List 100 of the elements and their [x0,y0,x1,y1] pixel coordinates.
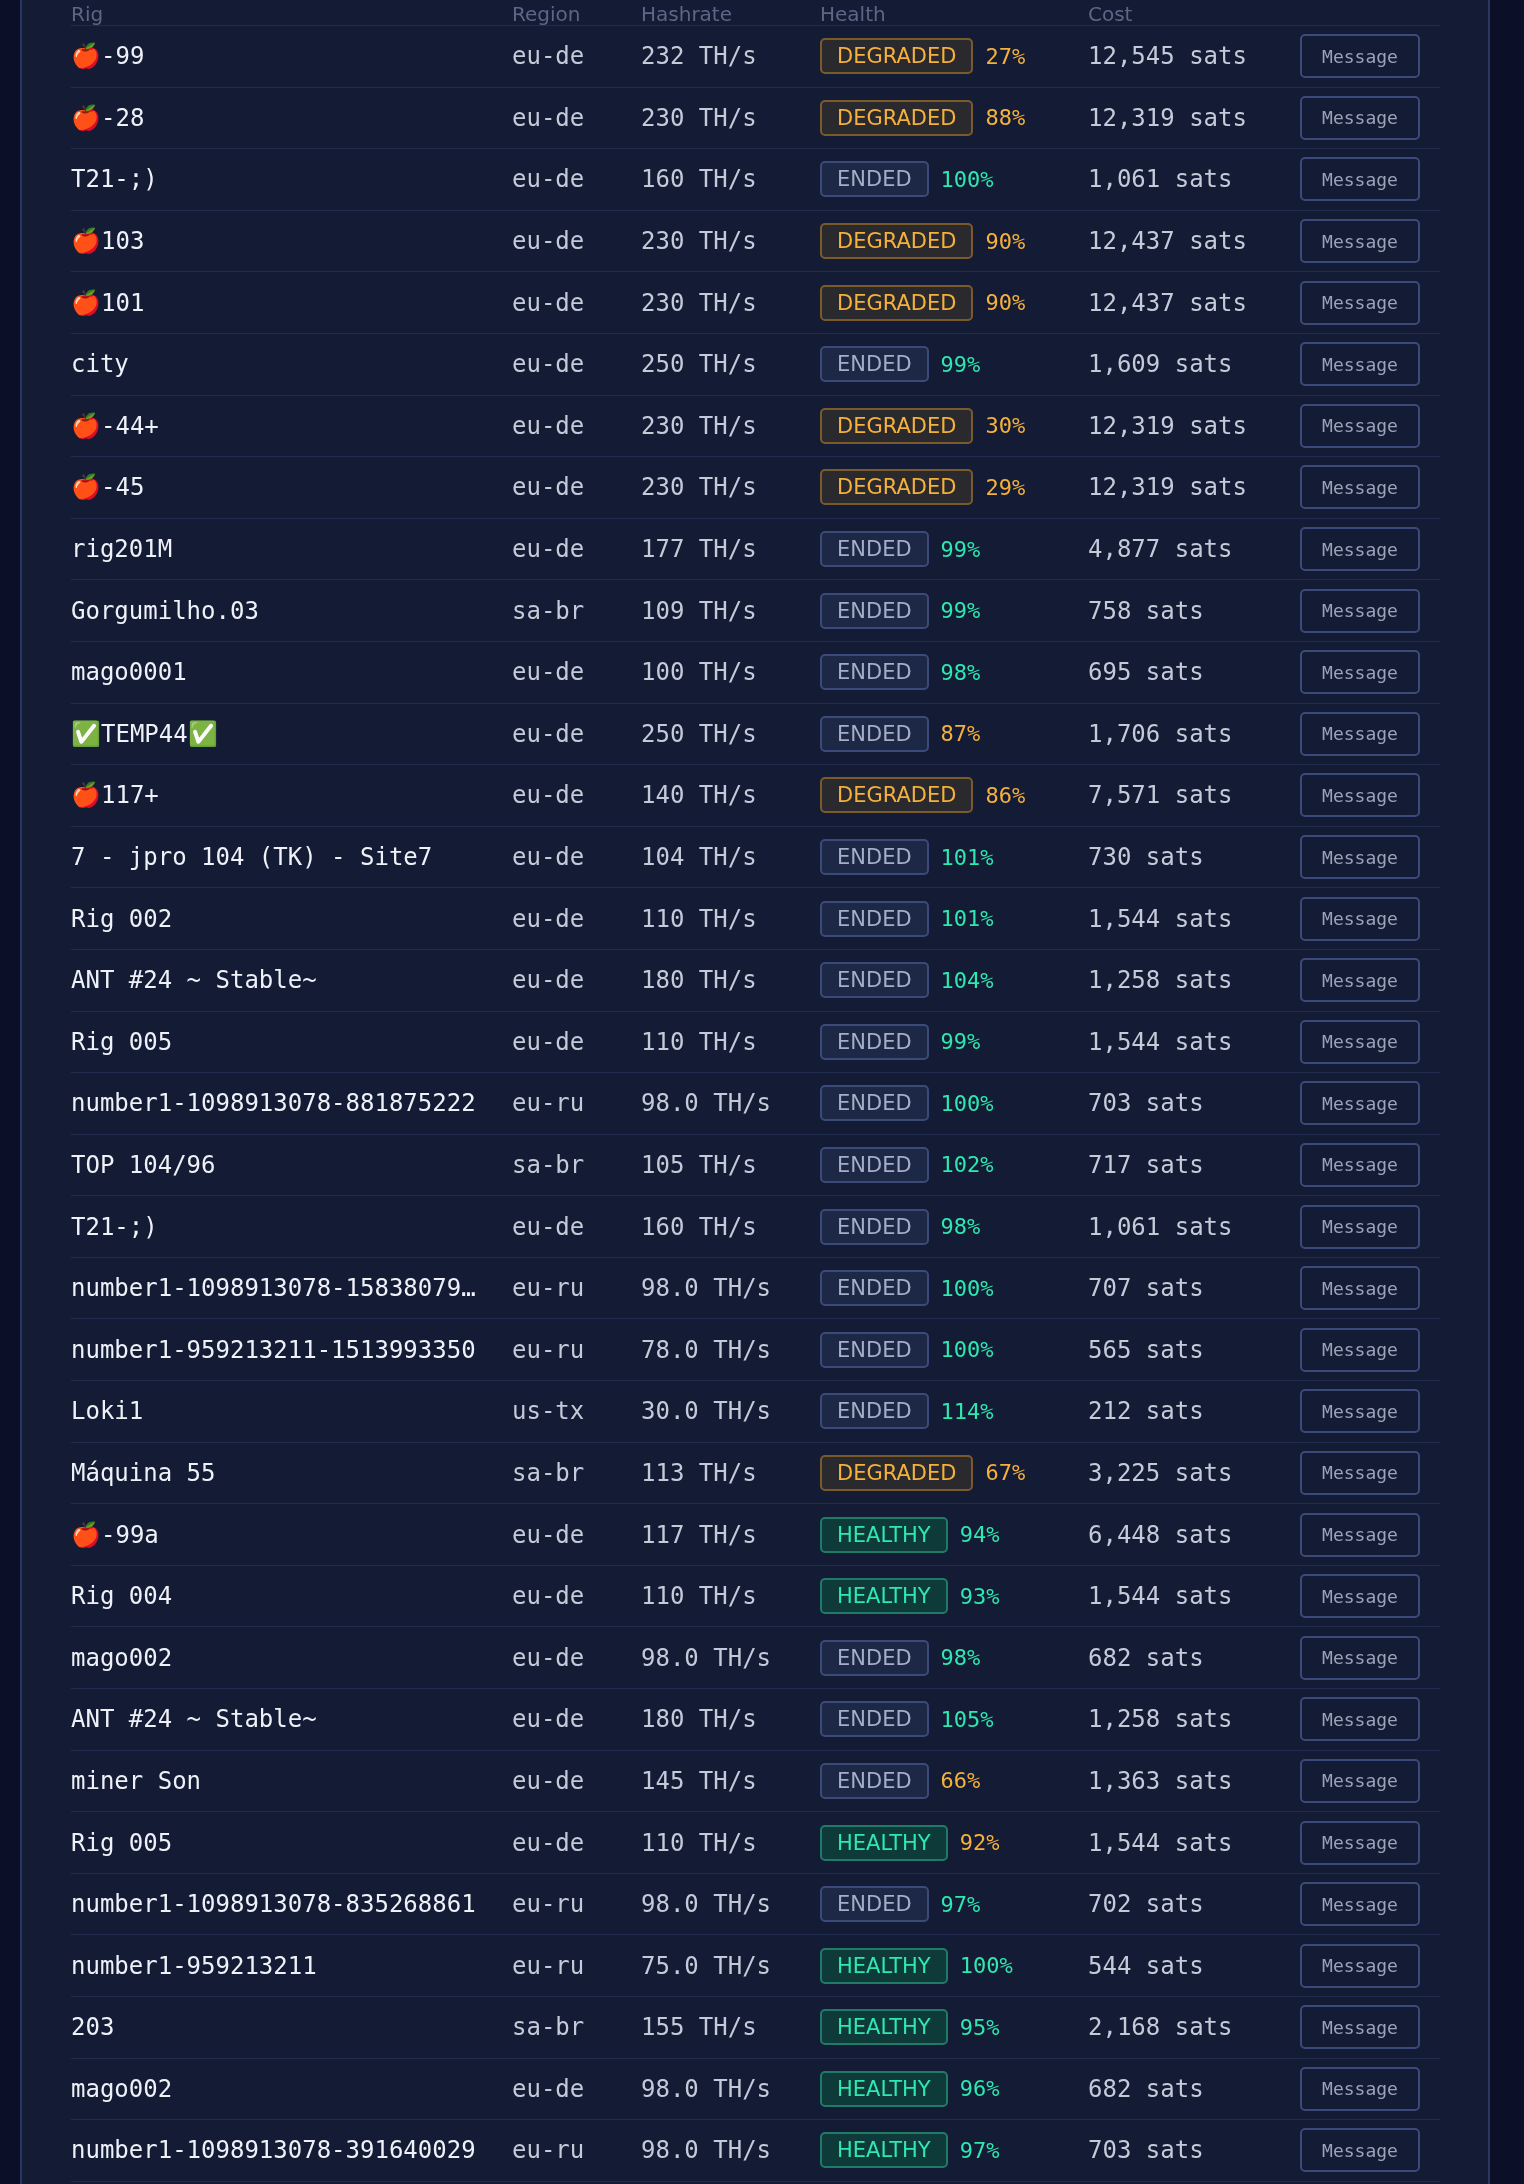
rig-name: 🍎-99 [71,42,146,71]
message-button[interactable]: Message [1300,896,1420,941]
cost-cell-text: 12,437 sats [1088,227,1248,256]
message-button[interactable]: Message [1300,1635,1420,1680]
message-button[interactable]: Message [1300,342,1420,387]
cost-cell-text: 12,437 sats [1088,288,1248,317]
message-button[interactable]: Message [1300,1389,1420,1434]
cost-cell-text: 565 sats [1088,1335,1205,1364]
hashrate-cell-text: 160 TH/s [641,1212,758,1241]
message-button[interactable]: Message [1300,773,1420,818]
message-button[interactable]: Message [1300,1697,1420,1742]
rig-name: 203 [71,2013,116,2042]
hashrate-cell-text: 230 TH/s [641,227,758,256]
status-badge: DEGRADED [820,407,974,444]
message-button[interactable]: Message [1300,465,1420,510]
message-button[interactable]: Message [1300,219,1420,264]
region-cell-text: sa-br [512,1458,586,1487]
cost-cell-text: 730 sats [1088,843,1205,871]
message-button[interactable]: Message [1300,527,1420,572]
rig-name: T21-;) [71,1212,159,1241]
hashrate-cell-text: 230 TH/s [641,411,758,440]
message-button[interactable]: Message [1300,588,1420,633]
message-button[interactable]: Message [1300,95,1420,140]
status-badge: ENDED [820,161,929,198]
hashrate-cell-text: 110 TH/s [641,904,758,933]
rig-name: 🍎-28 [71,103,146,132]
message-button[interactable]: Message [1300,1327,1420,1372]
hashrate-cell-text: 177 TH/s [641,535,758,564]
region-cell-text: eu-ru [512,1335,586,1364]
rig-name: 🍎117+ [71,781,160,810]
region-cell-text: eu-de [512,1828,586,1857]
message-button[interactable]: Message [1300,958,1420,1003]
region-cell-text: sa-br [512,596,586,625]
message-button[interactable]: Message [1300,1882,1420,1927]
message-button[interactable]: Message [1300,1943,1420,1988]
cost-cell-text: 6,448 sats [1088,1520,1234,1549]
message-button[interactable]: Message [1300,650,1420,695]
health-percent: 66% [940,1768,981,1794]
message-button[interactable]: Message [1300,403,1420,448]
rig-name: ANT #24 ~ Stable~ [71,966,318,995]
message-button[interactable]: Message [1300,1266,1420,1311]
message-button[interactable]: Message [1300,1820,1420,1865]
cost-cell-text: 682 sats [1088,2074,1205,2103]
hashrate-cell-text: 109 TH/s [641,596,758,625]
health-percent: 29% [985,474,1026,500]
message-button[interactable]: Message [1300,2066,1420,2111]
cost-cell-text: 717 sats [1088,1151,1205,1179]
cost-cell-text: 12,319 sats [1088,103,1248,132]
rig-name: 7 - jpro 104 (TK) - Site7 [71,843,434,871]
hashrate-cell-text: 98.0 TH/s [641,1274,773,1303]
status-badge: ENDED [820,1701,929,1738]
message-button[interactable]: Message [1300,34,1420,79]
status-badge: DEGRADED [820,223,974,260]
rig-name: Rig 005 [71,1027,174,1056]
status-badge: ENDED [820,1208,929,1245]
message-button[interactable]: Message [1300,1574,1420,1619]
region-cell-text: eu-de [512,1643,586,1672]
message-button[interactable]: Message [1300,2128,1420,2173]
message-button[interactable]: Message [1300,835,1420,879]
region-cell-text: eu-de [512,1520,586,1549]
hashrate-cell-text: 160 TH/s [641,165,758,194]
message-button[interactable]: Message [1300,280,1420,325]
health-percent: 94% [959,1522,1000,1548]
hashrate-cell-text: 230 TH/s [641,103,758,132]
message-button[interactable]: Message [1300,1512,1420,1557]
message-button[interactable]: Message [1300,711,1420,756]
message-button[interactable]: Message [1300,1758,1420,1803]
cost-cell-text: 707 sats [1088,1274,1205,1303]
cost-cell-text: 703 sats [1088,1089,1205,1118]
status-badge: DEGRADED [820,1454,974,1491]
health-percent: 102% [940,1152,994,1178]
message-button[interactable]: Message [1300,1204,1420,1249]
column-header: Cost [1088,3,1134,25]
message-button[interactable]: Message [1300,1019,1420,1064]
rig-name: rig201M [71,535,174,564]
health-percent: 88% [985,105,1026,131]
hashrate-cell-text: 145 TH/s [641,1766,758,1795]
rig-name: number1-1098913078-835268861 [71,1890,477,1919]
region-cell-text: eu-ru [512,2136,586,2165]
cost-cell-text: 1,544 sats [1088,1027,1234,1056]
cost-cell-text: 695 sats [1088,658,1205,687]
region-cell-text: eu-de [512,1212,586,1241]
cost-cell-text: 1,544 sats [1088,1828,1234,1857]
status-badge: ENDED [820,1393,929,1430]
message-button[interactable]: Message [1300,1081,1420,1126]
rig-name: ✅TEMP44✅ [71,719,219,748]
cost-cell-text: 758 sats [1088,596,1205,625]
message-button[interactable]: Message [1300,157,1420,202]
message-button[interactable]: Message [1300,1450,1420,1495]
hashrate-cell-text: 110 TH/s [641,1582,758,1611]
hashrate-cell-text: 98.0 TH/s [641,1643,773,1672]
message-button[interactable]: Message [1300,1143,1420,1187]
message-button[interactable]: Message [1300,2005,1420,2050]
hashrate-cell-text: 104 TH/s [641,843,758,871]
region-cell-text: eu-de [512,42,586,71]
region-cell-text: sa-br [512,1151,586,1179]
rig-name: city [71,350,130,379]
health-percent: 101% [940,906,994,932]
rig-name: 🍎101 [71,288,146,317]
cost-cell-text: 1,544 sats [1088,904,1234,933]
